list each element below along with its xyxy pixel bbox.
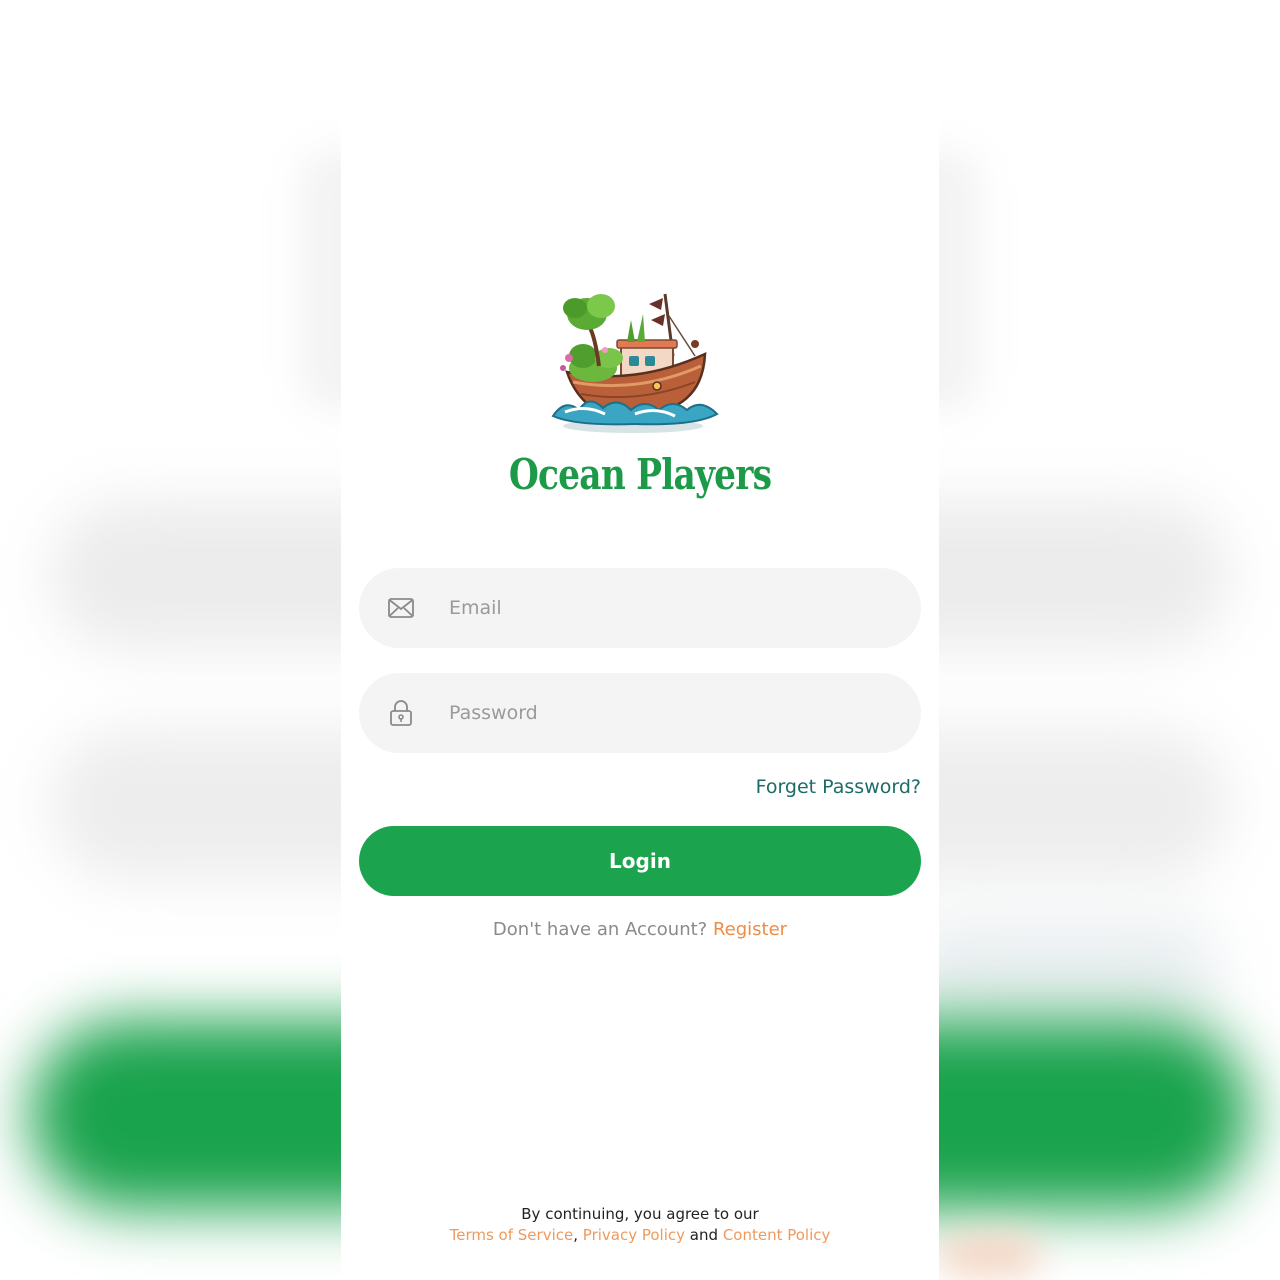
forgot-password-link[interactable]: Forget Password? [756, 776, 921, 798]
lock-icon [387, 699, 415, 727]
login-screen: Ocean Players Forget Password? Login Don… [341, 0, 939, 1280]
brand-title: Ocean Players [508, 450, 772, 499]
terms-of-service-link[interactable]: Terms of Service [450, 1226, 574, 1244]
register-prompt: Don't have an Account? Register [341, 919, 939, 940]
blurred-orange-shape [940, 1235, 1040, 1275]
password-input[interactable] [449, 702, 889, 724]
email-input[interactable] [449, 597, 889, 619]
email-field[interactable] [359, 568, 921, 648]
terms-intro: By continuing, you agree to our [521, 1205, 759, 1223]
terms-notice: By continuing, you agree to our Terms of… [341, 1204, 939, 1246]
top-fade [341, 0, 939, 190]
content-policy-link[interactable]: Content Policy [723, 1226, 831, 1244]
terms-links: Terms of Service, Privacy Policy and Con… [341, 1225, 939, 1246]
blurred-light-shape [900, 920, 1220, 1020]
envelope-icon [387, 594, 415, 622]
terms-separator: , [573, 1226, 578, 1244]
register-prompt-text: Don't have an Account? [492, 919, 708, 940]
privacy-policy-link[interactable]: Privacy Policy [583, 1226, 685, 1244]
password-field[interactable] [359, 673, 921, 753]
boat-island-logo [545, 286, 735, 436]
terms-and-text: and [689, 1226, 719, 1244]
login-button[interactable]: Login [359, 826, 921, 896]
register-link[interactable]: Register [713, 919, 787, 940]
